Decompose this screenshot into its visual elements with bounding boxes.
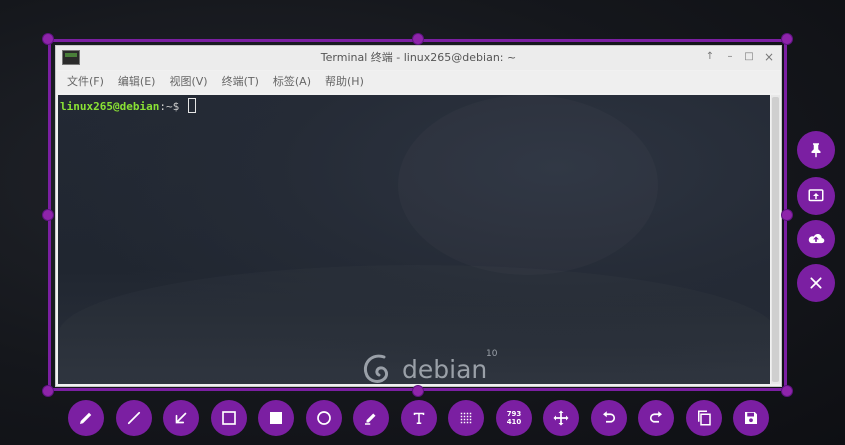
- close-capture-button[interactable]: [797, 264, 835, 302]
- save-button[interactable]: [733, 400, 769, 436]
- filled-rectangle-tool-button[interactable]: [258, 400, 294, 436]
- circle-tool-button[interactable]: [306, 400, 342, 436]
- copy-icon: [698, 410, 711, 426]
- arrow-icon: [175, 412, 187, 424]
- move-tool-button[interactable]: [543, 400, 579, 436]
- resize-handle-bottom-left[interactable]: [43, 386, 53, 396]
- pin-button[interactable]: [797, 131, 835, 169]
- resize-handle-right[interactable]: [782, 210, 792, 220]
- resize-handle-top[interactable]: [413, 34, 423, 44]
- upload-button[interactable]: [797, 220, 835, 258]
- line-icon: [127, 411, 141, 425]
- undo-button[interactable]: [591, 400, 627, 436]
- screen-copy-icon: [808, 189, 824, 202]
- rectangle-icon: [222, 411, 236, 425]
- pixelate-icon: [460, 412, 472, 424]
- circle-icon: [317, 411, 331, 425]
- rectangle-tool-button[interactable]: [211, 400, 247, 436]
- line-tool-button[interactable]: [116, 400, 152, 436]
- redo-icon: [649, 411, 662, 423]
- open-screen-button[interactable]: [797, 177, 835, 215]
- resize-handle-bottom-right[interactable]: [782, 386, 792, 396]
- pencil-icon: [80, 412, 92, 424]
- pin-icon: [811, 143, 821, 158]
- pixelate-tool-button[interactable]: [448, 400, 484, 436]
- copy-button[interactable]: [686, 400, 722, 436]
- marker-icon: [365, 413, 376, 425]
- text-icon: [413, 412, 425, 424]
- selection-height-readout: 410: [506, 418, 522, 426]
- marker-tool-button[interactable]: [353, 400, 389, 436]
- resize-handle-left[interactable]: [43, 210, 53, 220]
- resize-handle-top-right[interactable]: [782, 34, 792, 44]
- pencil-tool-button[interactable]: [68, 400, 104, 436]
- selection-size-button[interactable]: 793 410: [496, 400, 532, 436]
- selection-size-icon: 793 410: [507, 410, 522, 426]
- move-icon: [553, 410, 569, 426]
- cloud-upload-icon: [808, 233, 825, 244]
- filled-rectangle-icon: [270, 412, 282, 424]
- text-tool-button[interactable]: [401, 400, 437, 436]
- close-icon: [810, 277, 822, 289]
- capture-selection-frame[interactable]: [48, 39, 787, 391]
- undo-icon: [603, 411, 616, 423]
- redo-button[interactable]: [638, 400, 674, 436]
- resize-handle-top-left[interactable]: [43, 34, 53, 44]
- arrow-tool-button[interactable]: [163, 400, 199, 436]
- selection-width-readout: 793: [506, 410, 522, 418]
- save-icon: [745, 412, 757, 424]
- resize-handle-bottom[interactable]: [413, 386, 423, 396]
